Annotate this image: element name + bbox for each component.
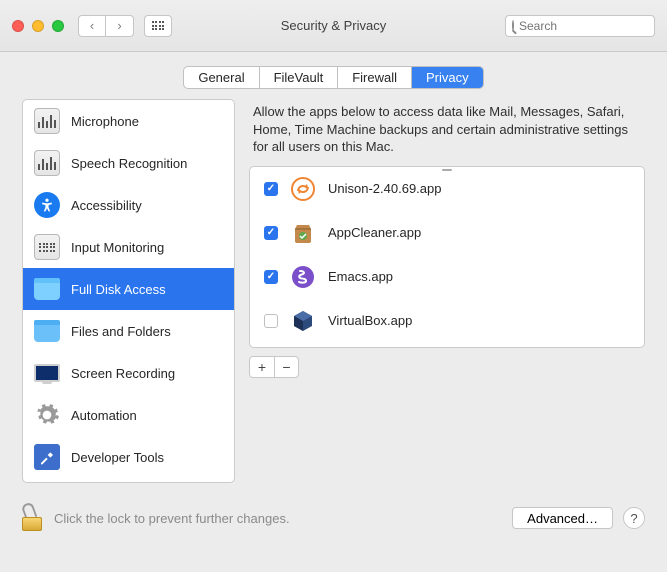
app-row-unison[interactable]: Unison-2.40.69.app bbox=[250, 167, 644, 211]
checkbox[interactable] bbox=[264, 182, 278, 196]
search-field[interactable] bbox=[505, 15, 655, 37]
show-all-button[interactable] bbox=[144, 15, 172, 37]
sidebar-item-input-monitoring[interactable]: Input Monitoring bbox=[23, 226, 234, 268]
waveform-icon bbox=[33, 149, 61, 177]
toolbar: ‹ › Security & Privacy bbox=[0, 0, 667, 52]
app-icon bbox=[290, 264, 316, 290]
app-row-appcleaner[interactable]: AppCleaner.app bbox=[250, 211, 644, 255]
folder-icon bbox=[33, 275, 61, 303]
app-name: VirtualBox.app bbox=[328, 313, 412, 328]
sidebar-item-developer-tools[interactable]: Developer Tools bbox=[23, 436, 234, 478]
waveform-icon bbox=[33, 107, 61, 135]
search-input[interactable] bbox=[519, 19, 667, 33]
forward-button[interactable]: › bbox=[106, 15, 134, 37]
sidebar-item-microphone[interactable]: Microphone bbox=[23, 100, 234, 142]
add-remove-control: + − bbox=[249, 356, 299, 378]
lock-body-icon bbox=[22, 517, 42, 531]
lock-help-text: Click the lock to prevent further change… bbox=[54, 511, 290, 526]
app-icon bbox=[290, 308, 316, 334]
sidebar-item-label: Automation bbox=[71, 408, 137, 423]
tab-filevault[interactable]: FileVault bbox=[259, 67, 338, 88]
sidebar-item-automation[interactable]: Automation bbox=[23, 394, 234, 436]
search-icon bbox=[512, 20, 514, 31]
folder-icon bbox=[33, 317, 61, 345]
tab-privacy[interactable]: Privacy bbox=[411, 67, 483, 88]
close-window-button[interactable] bbox=[12, 20, 24, 32]
tab-segment: General FileVault Firewall Privacy bbox=[183, 66, 483, 89]
privacy-category-list[interactable]: Microphone Speech Recognition Accessibil… bbox=[22, 99, 235, 483]
sidebar-item-label: Screen Recording bbox=[71, 366, 175, 381]
remove-button[interactable]: − bbox=[274, 357, 298, 377]
tab-bar: General FileVault Firewall Privacy bbox=[0, 52, 667, 99]
advanced-button[interactable]: Advanced… bbox=[512, 507, 613, 529]
sidebar-item-label: Files and Folders bbox=[71, 324, 171, 339]
app-name: AppCleaner.app bbox=[328, 225, 421, 240]
back-button[interactable]: ‹ bbox=[78, 15, 106, 37]
app-row-virtualbox[interactable]: VirtualBox.app bbox=[250, 299, 644, 343]
checkbox[interactable] bbox=[264, 270, 278, 284]
sidebar-item-label: Accessibility bbox=[71, 198, 142, 213]
app-row-emacs[interactable]: Emacs.app bbox=[250, 255, 644, 299]
keyboard-icon bbox=[33, 233, 61, 261]
minimize-window-button[interactable] bbox=[32, 20, 44, 32]
window-title: Security & Privacy bbox=[281, 18, 386, 33]
accessibility-icon bbox=[33, 191, 61, 219]
main-area: Microphone Speech Recognition Accessibil… bbox=[0, 99, 667, 497]
sidebar-item-label: Speech Recognition bbox=[71, 156, 187, 171]
help-button[interactable]: ? bbox=[623, 507, 645, 529]
sidebar-item-label: Input Monitoring bbox=[71, 240, 164, 255]
zoom-window-button[interactable] bbox=[52, 20, 64, 32]
sidebar-item-label: Microphone bbox=[71, 114, 139, 129]
sidebar-item-full-disk-access[interactable]: Full Disk Access bbox=[23, 268, 234, 310]
grid-icon bbox=[152, 21, 165, 30]
sidebar-item-speech-recognition[interactable]: Speech Recognition bbox=[23, 142, 234, 184]
sidebar-item-files-and-folders[interactable]: Files and Folders bbox=[23, 310, 234, 352]
sidebar-item-screen-recording[interactable]: Screen Recording bbox=[23, 352, 234, 394]
app-icon bbox=[290, 176, 316, 202]
tab-firewall[interactable]: Firewall bbox=[337, 67, 411, 88]
sidebar-item-label: Full Disk Access bbox=[71, 282, 166, 297]
footer: Click the lock to prevent further change… bbox=[0, 497, 667, 553]
checkbox[interactable] bbox=[264, 314, 278, 328]
app-icon bbox=[290, 220, 316, 246]
lock-button[interactable] bbox=[22, 505, 44, 531]
chevron-left-icon: ‹ bbox=[90, 18, 94, 33]
window-controls bbox=[12, 20, 64, 32]
description-text: Allow the apps below to access data like… bbox=[249, 99, 645, 166]
checkbox[interactable] bbox=[264, 226, 278, 240]
app-name: Unison-2.40.69.app bbox=[328, 181, 441, 196]
scroll-indicator bbox=[427, 167, 467, 173]
display-icon bbox=[33, 359, 61, 387]
sidebar-item-label: Developer Tools bbox=[71, 450, 164, 465]
nav-buttons: ‹ › bbox=[78, 15, 134, 37]
chevron-right-icon: › bbox=[117, 18, 121, 33]
tab-general[interactable]: General bbox=[184, 67, 258, 88]
sidebar-item-accessibility[interactable]: Accessibility bbox=[23, 184, 234, 226]
app-list[interactable]: Unison-2.40.69.app AppCleaner.app Emacs.… bbox=[249, 166, 645, 348]
add-button[interactable]: + bbox=[250, 357, 274, 377]
app-name: Emacs.app bbox=[328, 269, 393, 284]
gear-icon bbox=[33, 401, 61, 429]
hammer-icon bbox=[33, 443, 61, 471]
content-pane: Allow the apps below to access data like… bbox=[249, 99, 645, 483]
